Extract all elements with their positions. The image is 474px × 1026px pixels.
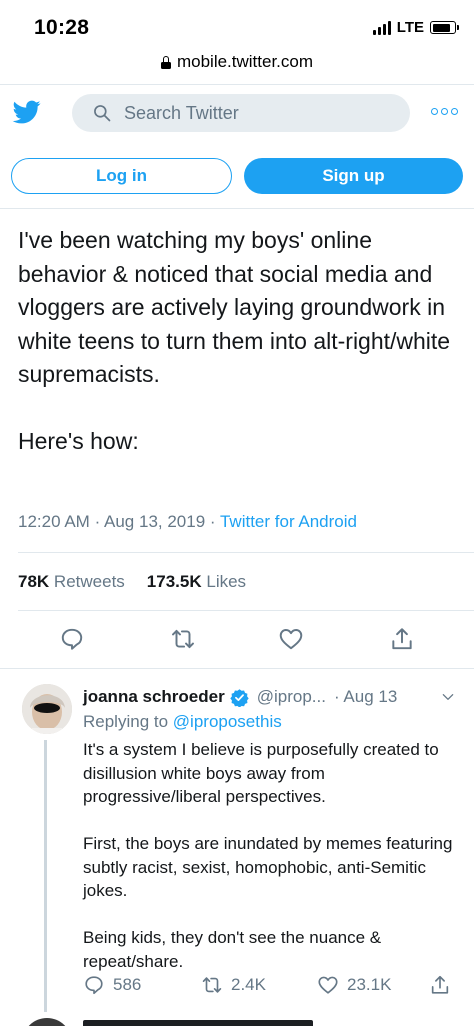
status-indicators: LTE [372, 19, 459, 36]
address-bar[interactable]: mobile.twitter.com [0, 48, 474, 76]
tweet-stats: 78K Retweets 173.5K Likes [18, 572, 246, 592]
tweet-actions [0, 626, 474, 656]
reply-like-button[interactable]: 23.1K [317, 974, 391, 996]
reply-retweet-button[interactable]: 2.4K [201, 974, 266, 996]
reply-header: joanna schroeder @iprop... · Aug 13 [83, 686, 463, 708]
likes-label: Likes [206, 572, 247, 591]
avatar[interactable] [22, 684, 72, 734]
reply-reply-button[interactable]: 586 [83, 974, 141, 996]
divider [18, 610, 474, 611]
divider [0, 208, 474, 209]
thread-line [44, 740, 47, 1012]
search-placeholder: Search Twitter [124, 102, 239, 123]
reply-icon[interactable] [59, 626, 85, 652]
lock-icon [160, 55, 171, 69]
twitter-bird-icon[interactable] [11, 98, 43, 126]
search-input[interactable]: Search Twitter [72, 94, 410, 132]
twitter-header: Search Twitter [0, 90, 474, 138]
like-count: 23.1K [347, 975, 392, 994]
divider [0, 668, 474, 669]
replying-to-mention[interactable]: @iproposethis [173, 712, 282, 731]
tweet-date: Aug 13, 2019 [104, 512, 206, 531]
network-type: LTE [396, 19, 424, 36]
next-reply-header [83, 1020, 313, 1026]
tweet-source-link[interactable]: Twitter for Android [220, 512, 357, 531]
replying-to-label: Replying to [83, 712, 169, 731]
signal-icon [372, 20, 391, 35]
like-icon [318, 976, 338, 994]
likes-count: 173.5K [146, 572, 202, 591]
reply-icon [85, 976, 103, 995]
divider [18, 552, 474, 553]
tweet-metadata: 12:20 AM · Aug 13, 2019 · Twitter for An… [18, 512, 357, 531]
login-button[interactable]: Log in [11, 158, 232, 194]
replying-to: Replying to @iproposethis [83, 712, 282, 732]
divider [0, 84, 474, 85]
status-time: 10:28 [34, 16, 90, 39]
chevron-down-icon[interactable] [441, 690, 455, 704]
retweet-icon [202, 977, 222, 993]
reply-share-button[interactable] [429, 974, 451, 996]
battery-icon [430, 21, 459, 34]
signup-button[interactable]: Sign up [244, 158, 463, 194]
auth-buttons: Log in Sign up [11, 158, 463, 194]
share-icon[interactable] [389, 626, 415, 652]
reply-count: 586 [113, 975, 142, 994]
likes-stat[interactable]: 173.5K Likes [147, 572, 246, 592]
url-text: mobile.twitter.com [176, 52, 314, 71]
reply-actions: 586 2.4K 23.1K [83, 974, 463, 998]
verified-badge-icon [230, 688, 249, 707]
reply-author-name[interactable]: joanna schroeder [83, 687, 225, 707]
tweet-text: I've been watching my boys' online behav… [18, 227, 451, 454]
retweet-icon[interactable] [170, 626, 196, 652]
retweets-label: Retweets [53, 572, 125, 591]
battery-level [432, 23, 451, 32]
reply-date[interactable]: · Aug 13 [334, 687, 397, 707]
retweet-count: 2.4K [231, 975, 266, 994]
more-options-icon[interactable] [431, 108, 458, 115]
reply-author-handle[interactable]: @iprop... [257, 687, 326, 707]
status-bar: 10:28 LTE [0, 0, 474, 44]
avatar-image [22, 684, 72, 734]
like-icon[interactable] [278, 626, 304, 652]
search-icon [94, 105, 111, 122]
retweets-stat[interactable]: 78K Retweets [18, 572, 125, 592]
share-icon [431, 975, 449, 994]
avatar[interactable] [22, 1018, 72, 1026]
reply-text: It's a system I believe is purposefully … [83, 740, 453, 971]
tweet-time: 12:20 AM [18, 512, 90, 531]
retweets-count: 78K [18, 572, 50, 591]
